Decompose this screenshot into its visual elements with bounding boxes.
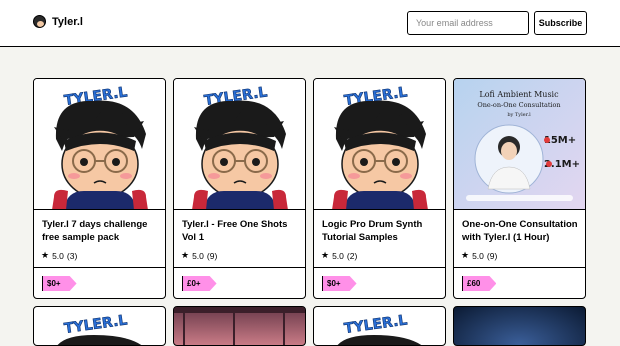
subscribe-button[interactable]: Subscribe [534, 11, 587, 35]
price-row: $0+ [314, 267, 445, 298]
product-rating: ★ 5.0 (9) [181, 250, 217, 261]
rating-count: (3) [66, 250, 78, 261]
product-title[interactable]: Logic Pro Drum Synth Tutorial Samples [322, 218, 440, 244]
product-title[interactable]: Tyler.l - Free One Shots Vol 1 [182, 218, 300, 244]
product-thumbnail: TYLER.L [314, 79, 445, 210]
product-card-partial[interactable]: TYLER.L [313, 306, 446, 346]
star-icon: ★ [321, 250, 330, 260]
avatar [33, 15, 46, 28]
brand-name: Tyler.l [52, 15, 83, 28]
price-tag: £0+ [182, 276, 217, 291]
product-title[interactable]: Tyler.l 7 days challenge free sample pac… [42, 218, 160, 244]
top-header: Tyler.l Subscribe [0, 0, 620, 47]
price-tag: £60 [462, 276, 497, 291]
rating-count: (2) [346, 250, 358, 261]
product-card[interactable]: TYLER.L Tyler.l 7 days challenge free sa… [33, 78, 166, 299]
poster-line3: by Tyler.l [507, 112, 531, 118]
poster-line2: One-on-One Consultation [477, 101, 560, 109]
product-thumbnail: TYLER.L [34, 79, 165, 210]
product-thumbnail: Lofi Ambient Music One-on-One Consultati… [454, 79, 585, 210]
rating-value: 5.0 [472, 250, 484, 261]
star-icon: ★ [461, 250, 470, 260]
product-thumbnail: TYLER.L [174, 79, 305, 210]
rating-value: 5.0 [52, 250, 64, 261]
rating-value: 5.0 [332, 250, 344, 261]
price-row: £0+ [174, 267, 305, 298]
thumb-logo: TYLER.L [63, 312, 128, 337]
rating-value: 5.0 [192, 250, 204, 261]
product-rating: ★ 5.0 (3) [41, 250, 77, 261]
price-row: $0+ [34, 267, 165, 298]
rating-count: (9) [206, 250, 218, 261]
product-card-partial[interactable] [453, 306, 586, 346]
product-card[interactable]: TYLER.L Logic Pro Drum Synth Tutorial Sa… [313, 78, 446, 299]
product-card-partial[interactable] [173, 306, 306, 346]
product-card-partial[interactable]: TYLER.L [33, 306, 166, 346]
thumb-logo: TYLER.L [343, 312, 408, 337]
brand[interactable]: Tyler.l [33, 15, 83, 28]
rating-count: (9) [486, 250, 498, 261]
star-icon: ★ [181, 250, 190, 260]
price-tag: $0+ [322, 276, 357, 291]
product-rating: ★ 5.0 (9) [461, 250, 497, 261]
price-row: £60 [454, 267, 585, 298]
product-card[interactable]: TYLER.L Tyler.l - Free One Shots Vol 1 ★… [173, 78, 306, 299]
price-tag: $0+ [42, 276, 77, 291]
product-card[interactable]: Lofi Ambient Music One-on-One Consultati… [453, 78, 586, 299]
product-rating: ★ 5.0 (2) [321, 250, 357, 261]
product-title[interactable]: One-on-One Consultation with Tyler.l (1 … [462, 218, 580, 244]
email-input[interactable] [407, 11, 529, 35]
star-icon: ★ [41, 250, 50, 260]
poster-line1: Lofi Ambient Music [479, 90, 559, 99]
